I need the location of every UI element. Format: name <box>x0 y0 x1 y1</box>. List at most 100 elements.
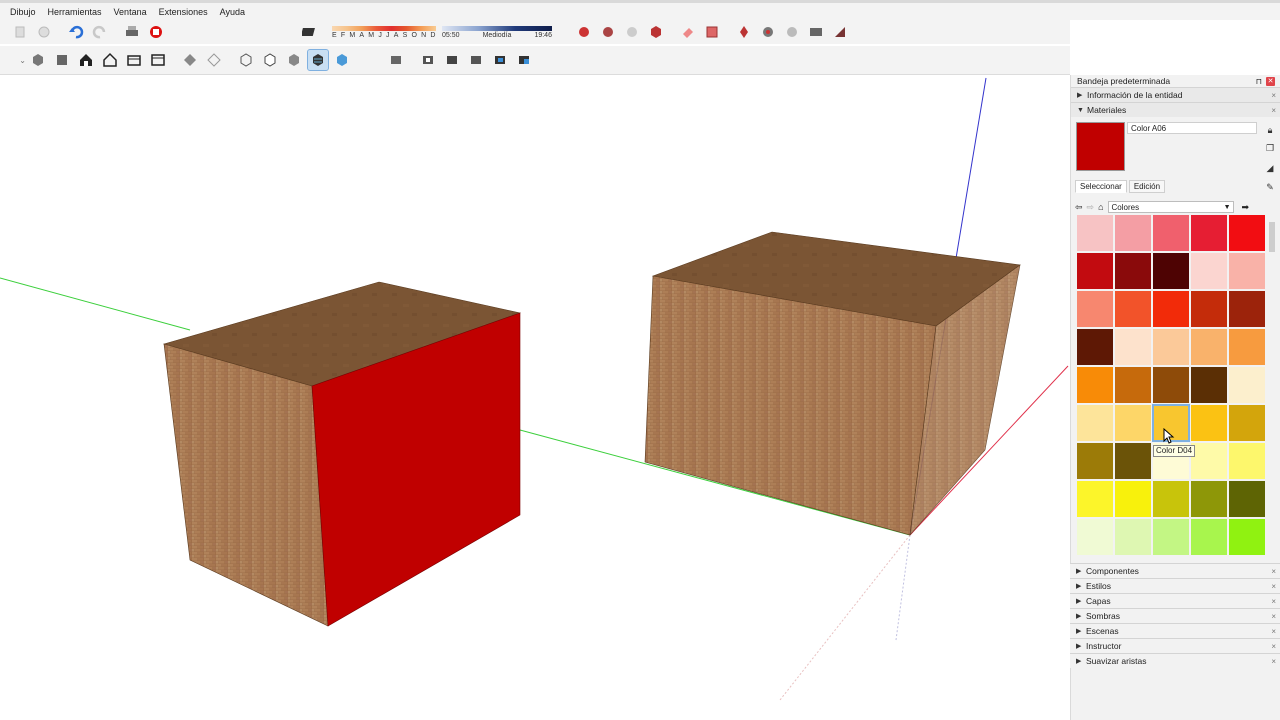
section-blue-icon[interactable] <box>490 50 510 70</box>
material-swatch[interactable] <box>1115 481 1151 517</box>
iso-view-icon[interactable] <box>28 50 48 70</box>
eyedropper-icon[interactable]: ✎ <box>1265 182 1275 192</box>
zoom-disabled-icon[interactable] <box>622 22 642 42</box>
material-swatch[interactable] <box>1229 405 1265 441</box>
section-entity-info[interactable]: ▶ Información de la entidad × <box>1071 87 1280 102</box>
material-swatch[interactable] <box>1153 367 1189 403</box>
material-swatch[interactable] <box>1115 291 1151 327</box>
undo-icon[interactable] <box>66 22 86 42</box>
right-box[interactable] <box>644 231 1021 536</box>
section-collapsed[interactable]: ▶ Escenas × <box>1070 623 1280 638</box>
section-collapsed[interactable]: ▶ Suavizar aristas × <box>1070 653 1280 668</box>
menu-extensiones[interactable]: Extensiones <box>153 7 214 17</box>
lock-icon[interactable]: 🔒︎ <box>1265 125 1275 135</box>
close-section-icon[interactable]: × <box>1271 612 1276 621</box>
model-viewport[interactable] <box>0 75 1070 720</box>
left-view-icon[interactable] <box>148 50 168 70</box>
section-collapsed[interactable]: ▶ Estilos × <box>1070 578 1280 593</box>
time-slider[interactable]: 05:50 Mediodía 19:46 <box>442 23 552 41</box>
material-swatch[interactable] <box>1191 329 1227 365</box>
dropdown-arrow-icon[interactable]: ⌄ <box>0 56 26 65</box>
swatch-scrollbar[interactable] <box>1268 214 1276 558</box>
current-material-swatch[interactable] <box>1076 122 1125 171</box>
close-section-icon[interactable]: × <box>1271 642 1276 651</box>
pan-icon[interactable] <box>598 22 618 42</box>
material-swatch[interactable] <box>1077 405 1113 441</box>
close-section-icon[interactable]: × <box>1271 657 1276 666</box>
section-materials[interactable]: ▼ Materiales × <box>1071 102 1280 117</box>
menu-ventana[interactable]: Ventana <box>108 7 153 17</box>
box-3d-icon[interactable] <box>646 22 666 42</box>
material-swatch[interactable] <box>1191 367 1227 403</box>
section-collapsed[interactable]: ▶ Sombras × <box>1070 608 1280 623</box>
material-swatch[interactable] <box>1077 291 1113 327</box>
photo-icon[interactable] <box>806 22 826 42</box>
gear-grey-icon[interactable] <box>782 22 802 42</box>
orbit-red-icon[interactable] <box>574 22 594 42</box>
material-swatch[interactable] <box>1115 443 1151 479</box>
share-icon[interactable] <box>830 22 850 42</box>
material-swatch[interactable] <box>1229 329 1265 365</box>
menu-dibujo[interactable]: Dibujo <box>4 7 42 17</box>
material-swatch[interactable] <box>1077 253 1113 289</box>
material-swatch[interactable] <box>1077 329 1113 365</box>
material-swatch[interactable] <box>1153 253 1189 289</box>
print-icon[interactable] <box>122 22 142 42</box>
material-swatch[interactable] <box>1229 443 1265 479</box>
material-swatch[interactable] <box>1115 215 1151 251</box>
material-swatch[interactable] <box>1153 291 1189 327</box>
forward-arrow-icon[interactable]: ⇨ <box>1087 202 1095 213</box>
material-swatch[interactable] <box>1153 519 1189 555</box>
pin-icon[interactable]: ⊓ <box>1256 77 1262 86</box>
material-name-field[interactable]: Color A06 <box>1127 122 1257 134</box>
section-collapsed[interactable]: ▶ Instructor × <box>1070 638 1280 653</box>
material-swatch[interactable] <box>1229 519 1265 555</box>
material-swatch[interactable] <box>1077 215 1113 251</box>
material-swatch[interactable] <box>1191 405 1227 441</box>
section-cut-icon[interactable] <box>418 50 438 70</box>
material-swatch[interactable] <box>1115 405 1151 441</box>
section-display-icon[interactable] <box>466 50 486 70</box>
material-swatch[interactable] <box>1115 329 1151 365</box>
section-plane-icon[interactable] <box>386 50 406 70</box>
left-box[interactable] <box>162 281 522 627</box>
hidden-line-style-icon[interactable] <box>260 50 280 70</box>
month-slider[interactable]: E F M A M J J A S O N D <box>332 23 436 41</box>
material-swatch[interactable] <box>1153 481 1189 517</box>
close-icon[interactable]: ✕ <box>1266 76 1275 86</box>
top-view-icon[interactable] <box>52 50 72 70</box>
section-fill-icon[interactable] <box>442 50 462 70</box>
tab-select[interactable]: Seleccionar <box>1075 180 1127 193</box>
wireframe-style-icon[interactable] <box>236 50 256 70</box>
section-collapsed[interactable]: ▶ Componentes × <box>1070 563 1280 578</box>
section-collapsed[interactable]: ▶ Capas × <box>1070 593 1280 608</box>
material-swatch[interactable] <box>1115 367 1151 403</box>
material-swatch[interactable] <box>1077 481 1113 517</box>
redo-icon[interactable] <box>90 22 110 42</box>
shadow-toggle-icon[interactable] <box>300 22 320 42</box>
material-swatch[interactable] <box>1229 481 1265 517</box>
material-swatch[interactable] <box>1077 519 1113 555</box>
arrow-tool-icon[interactable] <box>734 22 754 42</box>
model-info-icon[interactable] <box>146 22 166 42</box>
back-view-icon[interactable] <box>124 50 144 70</box>
scene-canvas[interactable] <box>0 75 1070 720</box>
right-view-icon[interactable] <box>100 50 120 70</box>
material-swatch[interactable] <box>1077 367 1113 403</box>
details-arrow-icon[interactable]: ➡ <box>1242 202 1250 213</box>
close-section-icon[interactable]: × <box>1271 627 1276 636</box>
material-swatch[interactable] <box>1153 329 1189 365</box>
back-arrow-icon[interactable]: ⇦ <box>1075 202 1083 213</box>
shaded-textures-style-icon[interactable] <box>307 49 329 71</box>
material-swatch[interactable] <box>1229 291 1265 327</box>
material-swatch[interactable] <box>1229 253 1265 289</box>
home-icon[interactable]: ⌂ <box>1098 202 1103 212</box>
material-swatch[interactable] <box>1191 519 1227 555</box>
material-swatch[interactable] <box>1191 291 1227 327</box>
front-view-icon[interactable] <box>76 50 96 70</box>
new-file-icon[interactable] <box>10 22 30 42</box>
material-swatch[interactable] <box>1153 215 1189 251</box>
material-swatch[interactable] <box>1077 443 1113 479</box>
close-section-icon[interactable]: × <box>1271 597 1276 606</box>
create-material-icon[interactable]: ❐ <box>1265 143 1275 153</box>
